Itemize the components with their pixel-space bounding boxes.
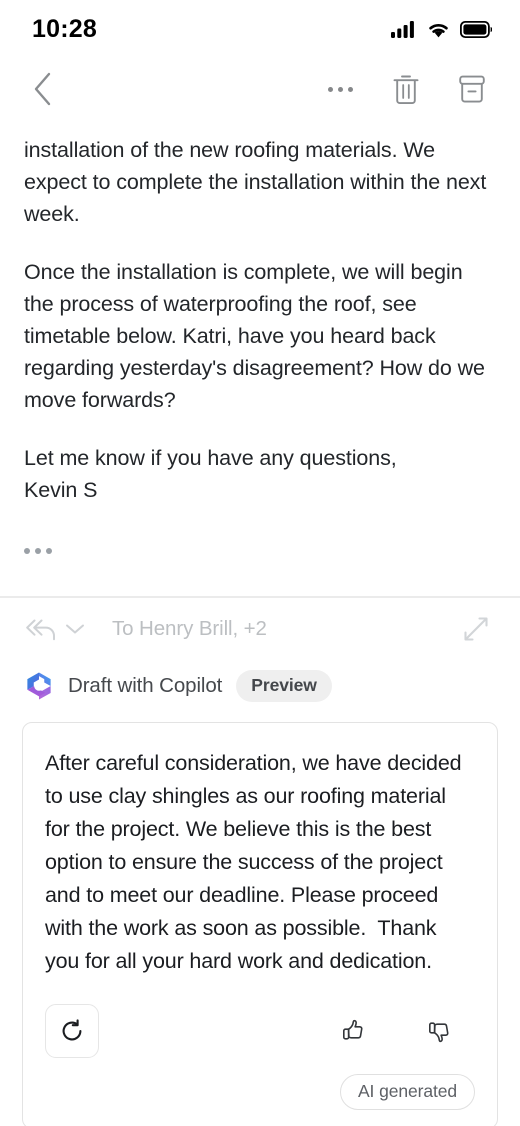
recipients-label[interactable]: To Henry Brill, +2 bbox=[112, 617, 267, 641]
email-paragraph: installation of the new roofing material… bbox=[24, 138, 487, 226]
more-horizontal-icon bbox=[327, 86, 353, 92]
battery-full-icon bbox=[460, 20, 492, 38]
thumbs-up-button[interactable] bbox=[333, 1011, 373, 1051]
draft-actions-row bbox=[45, 1004, 475, 1058]
email-body: installation of the new roofing material… bbox=[0, 120, 520, 574]
wifi-icon bbox=[429, 23, 448, 37]
refresh-icon bbox=[62, 1019, 82, 1041]
archive-icon bbox=[459, 75, 485, 103]
trash-icon bbox=[393, 75, 419, 105]
email-reply-screen: 10:28 installation of the new roofing ma… bbox=[0, 0, 520, 1126]
reply-mode-group bbox=[24, 609, 86, 649]
more-options-button[interactable] bbox=[320, 68, 360, 110]
copilot-label: Draft with Copilot bbox=[68, 674, 223, 697]
navigation-bar bbox=[0, 58, 520, 120]
chevron-down-icon bbox=[66, 624, 84, 634]
reply-header: To Henry Brill, +2 bbox=[0, 598, 520, 660]
email-signature: Let me know if you have any questions, K… bbox=[24, 446, 397, 502]
copilot-header-row: Draft with Copilot Preview bbox=[0, 660, 520, 706]
regenerate-button[interactable] bbox=[45, 1004, 99, 1058]
ai-generated-badge: AI generated bbox=[339, 1074, 475, 1110]
reply-options-chevron-button[interactable] bbox=[64, 609, 86, 649]
status-bar: 10:28 bbox=[0, 0, 520, 58]
thumbs-down-icon bbox=[429, 1022, 449, 1043]
show-quoted-text-button[interactable] bbox=[24, 538, 64, 564]
preview-badge: Preview bbox=[236, 670, 332, 702]
reply-all-icon bbox=[26, 619, 55, 641]
status-time: 10:28 bbox=[32, 14, 97, 43]
thumbs-down-button[interactable] bbox=[419, 1011, 459, 1051]
nav-actions bbox=[320, 68, 498, 110]
draft-text[interactable]: After careful consideration, we have dec… bbox=[45, 747, 475, 978]
expand-diagonal-icon bbox=[464, 617, 488, 641]
thumbs-up-icon bbox=[343, 1019, 363, 1040]
archive-button[interactable] bbox=[452, 68, 492, 110]
chevron-left-icon bbox=[34, 72, 51, 106]
status-indicators bbox=[391, 20, 492, 39]
cellular-signal-icon bbox=[391, 20, 414, 38]
copilot-logo-icon bbox=[27, 672, 51, 700]
reply-all-button[interactable] bbox=[24, 609, 58, 649]
draft-card[interactable]: After careful consideration, we have dec… bbox=[22, 722, 498, 1126]
expand-compose-button[interactable] bbox=[456, 609, 496, 649]
email-paragraph: Once the installation is complete, we wi… bbox=[24, 260, 485, 412]
ai-tag-row: AI generated bbox=[45, 1074, 475, 1110]
delete-button[interactable] bbox=[386, 68, 426, 110]
feedback-buttons bbox=[333, 1011, 475, 1051]
back-button[interactable] bbox=[20, 66, 66, 112]
